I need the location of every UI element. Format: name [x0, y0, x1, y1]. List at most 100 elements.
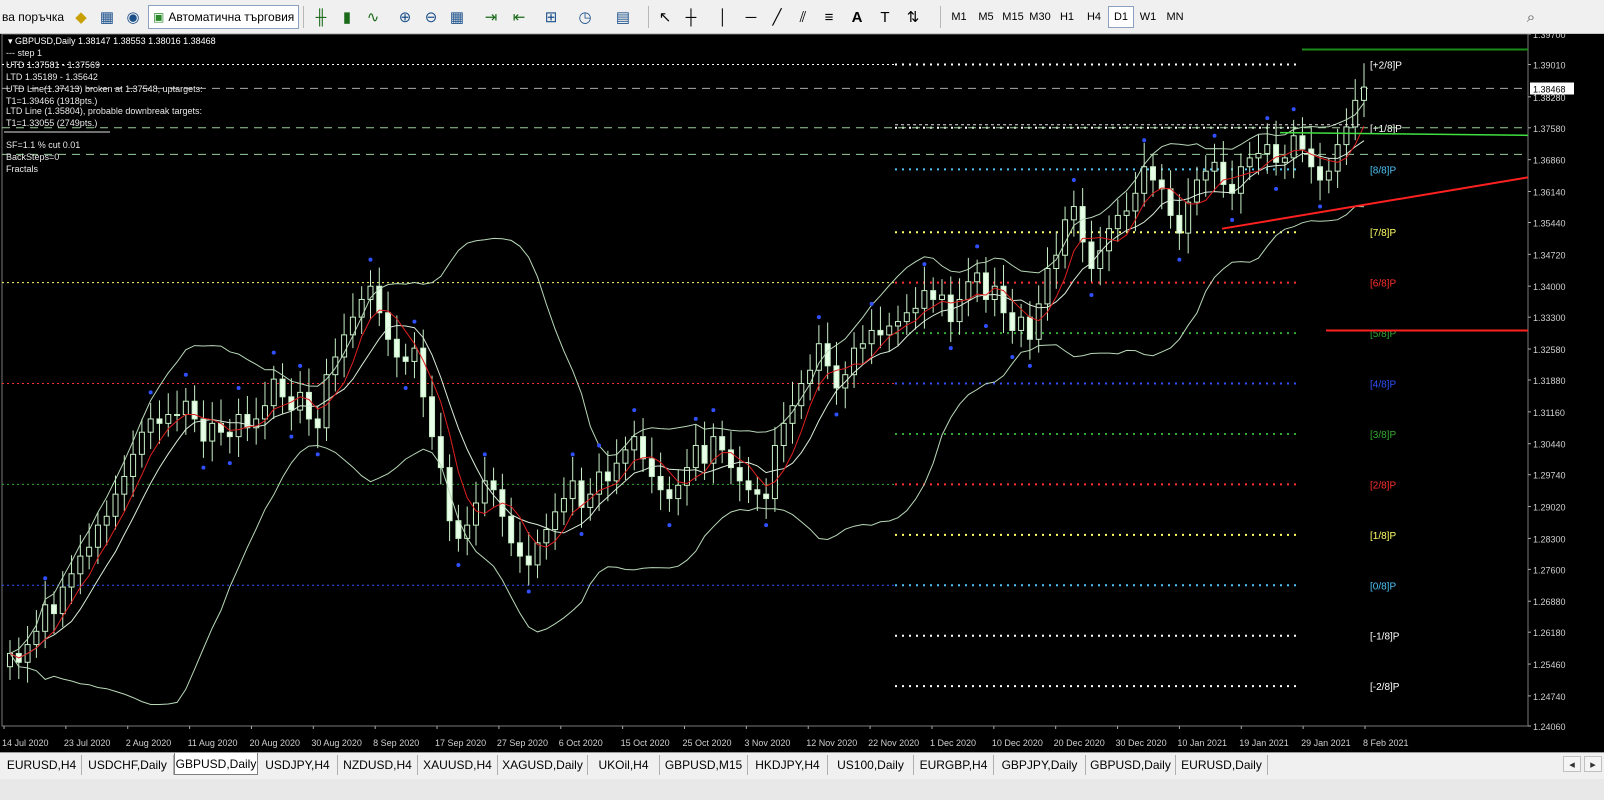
candle-body: [692, 444, 699, 469]
fractal-up: [1265, 116, 1270, 121]
price-chart[interactable]: [+2/8]P[+1/8]P[8/8]P[7/8]P[6/8]P[5/8]P[4…: [0, 34, 1604, 752]
cursor-icon[interactable]: ↖: [654, 6, 676, 28]
indicators-icon[interactable]: ⊞: [540, 6, 562, 28]
candle-body: [1246, 157, 1253, 168]
channel-icon[interactable]: ⫽: [792, 6, 814, 28]
candle-body: [191, 400, 198, 420]
candle-body: [886, 325, 893, 336]
chart-tab[interactable]: GBPUSD,M15: [660, 755, 748, 775]
candle-body: [824, 343, 831, 367]
chart-tab[interactable]: GBPJPY,Daily: [994, 755, 1086, 775]
candle-body: [1062, 219, 1069, 256]
date-label: 14 Jul 2020: [2, 738, 49, 748]
timeframe-w1[interactable]: W1: [1135, 6, 1161, 28]
line-chart-icon[interactable]: ∿: [362, 6, 384, 28]
timeframe-mn[interactable]: MN: [1162, 6, 1188, 28]
chart-tab[interactable]: NZDUSD,H4: [338, 755, 418, 775]
date-label: 1 Dec 2020: [930, 738, 976, 748]
zoom-out-icon[interactable]: ⊖: [420, 6, 442, 28]
chart-tab[interactable]: GBPUSD,Daily: [1086, 755, 1176, 775]
candle-body: [200, 418, 207, 442]
fractal-up: [183, 372, 188, 377]
timeframe-h1[interactable]: H1: [1054, 6, 1080, 28]
tile-windows-icon[interactable]: ▦: [446, 6, 468, 28]
candle-body: [1361, 86, 1367, 101]
chart-tab[interactable]: EURUSD,Daily: [1176, 755, 1268, 775]
fractal-down: [315, 452, 320, 457]
candle-body: [965, 281, 972, 300]
chart-tab[interactable]: XAUUSD,H4: [418, 755, 498, 775]
candle-body: [68, 573, 75, 588]
fractal-up: [482, 452, 487, 457]
fractal-up: [711, 408, 716, 413]
date-label: 15 Oct 2020: [621, 738, 670, 748]
timeframe-m5[interactable]: M5: [973, 6, 999, 28]
vertical-line-icon[interactable]: │: [712, 6, 734, 28]
price-label: 1.34000: [1533, 282, 1566, 292]
date-label: 12 Nov 2020: [806, 738, 857, 748]
text-label-icon[interactable]: T: [874, 6, 896, 28]
chart-shift-icon[interactable]: ⇥: [480, 6, 502, 28]
chart-tab[interactable]: UKOil,H4: [588, 755, 660, 775]
signals-icon[interactable]: ◉: [122, 6, 144, 28]
price-label: 1.26880: [1533, 597, 1566, 607]
fractal-up: [412, 319, 417, 324]
scroll-right-icon[interactable]: ▸: [1584, 756, 1602, 772]
new-order-button[interactable]: ва поръчка: [2, 5, 64, 29]
horizontal-line-icon[interactable]: ─: [740, 6, 762, 28]
timeframe-d1[interactable]: D1: [1108, 6, 1134, 28]
crosshair-icon[interactable]: ┼: [680, 6, 702, 28]
horizontal-scrollbar[interactable]: [0, 779, 1604, 800]
candle-body: [640, 436, 647, 460]
fractal-down: [456, 562, 461, 567]
fibonacci-icon[interactable]: ≡: [818, 6, 840, 28]
expert-icon[interactable]: ◆: [70, 6, 92, 28]
fractal-down: [526, 589, 531, 594]
date-label: 8 Feb 2021: [1363, 738, 1409, 748]
chart-tab[interactable]: XAGUSD,Daily: [498, 755, 588, 775]
text-icon[interactable]: A: [846, 6, 868, 28]
chart-tab[interactable]: EURGBP,H4: [914, 755, 994, 775]
date-label: 2 Aug 2020: [126, 738, 172, 748]
autoscroll-icon[interactable]: ⇤: [508, 6, 530, 28]
search-icon[interactable]: ⌕: [1520, 6, 1542, 28]
timeframe-m15[interactable]: M15: [1000, 6, 1026, 28]
candle-body: [1009, 312, 1016, 331]
murrey-level-label: [-2/8]P: [1370, 682, 1400, 693]
trendline-icon[interactable]: ╱: [766, 6, 788, 28]
templates-icon[interactable]: ▤: [612, 6, 634, 28]
candlestick-icon[interactable]: ▮: [336, 6, 358, 28]
timeframe-h4[interactable]: H4: [1081, 6, 1107, 28]
date-label: 10 Jan 2021: [1177, 738, 1227, 748]
candle-body: [613, 462, 620, 482]
chart-tab[interactable]: USDJPY,H4: [258, 755, 338, 775]
bar-chart-icon[interactable]: ╫: [310, 6, 332, 28]
chart-tab[interactable]: HKDJPY,H4: [748, 755, 828, 775]
murrey-level-label: [2/8]P: [1370, 480, 1396, 491]
candle-body: [666, 489, 673, 500]
timeframe-m30[interactable]: M30: [1027, 6, 1053, 28]
candle-body: [402, 356, 409, 362]
candle-body: [930, 290, 937, 300]
chart-tab[interactable]: USDCHF,Daily: [82, 755, 174, 775]
algo-trading-button[interactable]: ▣ Автоматична търговия: [148, 5, 300, 29]
candle-body: [1290, 135, 1297, 159]
zoom-in-icon[interactable]: ⊕: [394, 6, 416, 28]
chart-tab[interactable]: GBPUSD,Daily: [174, 753, 258, 775]
candle-body: [59, 586, 66, 615]
candle-body: [1325, 170, 1332, 181]
scroll-left-icon[interactable]: ◂: [1563, 756, 1581, 772]
fractal-up: [816, 315, 821, 320]
arrows-icon[interactable]: ⇅: [902, 6, 924, 28]
price-label: 1.25460: [1533, 660, 1566, 670]
date-label: 29 Jan 2021: [1301, 738, 1351, 748]
market-watch-icon[interactable]: ▦: [96, 6, 118, 28]
chart-tab[interactable]: US100,Daily: [828, 755, 914, 775]
periods-icon[interactable]: ◷: [574, 6, 596, 28]
fractal-up: [43, 576, 48, 581]
candle-body: [763, 493, 770, 500]
fractal-down: [1010, 354, 1015, 359]
timeframe-m1[interactable]: M1: [946, 6, 972, 28]
chart-tab[interactable]: EURUSD,H4: [2, 755, 82, 775]
fractal-down: [948, 346, 953, 351]
